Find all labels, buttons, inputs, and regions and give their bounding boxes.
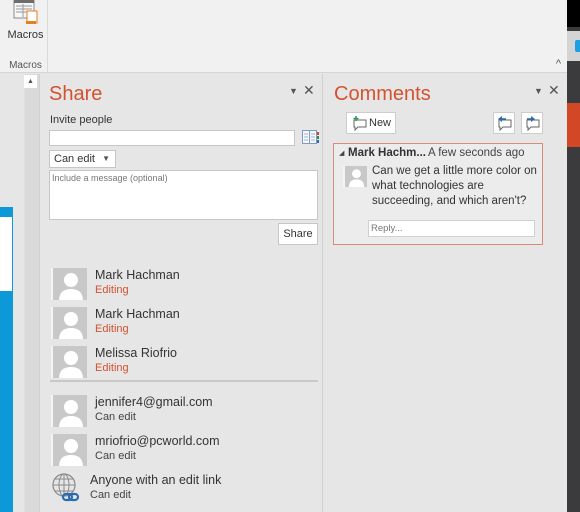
edit-link-label: Anyone with an edit link bbox=[90, 473, 222, 487]
invitee-email: mriofrio@pcworld.com bbox=[95, 434, 220, 448]
background-window-edge bbox=[567, 0, 580, 512]
macros-icon[interactable] bbox=[13, 0, 41, 26]
person-status: Editing bbox=[95, 284, 129, 296]
avatar bbox=[51, 307, 87, 339]
ribbon: Macros Macros ^ bbox=[0, 0, 567, 73]
avatar bbox=[51, 268, 87, 300]
avatar bbox=[51, 434, 87, 466]
edge-app-icon bbox=[575, 40, 580, 52]
avatar bbox=[51, 346, 87, 378]
comment-card[interactable]: ◢ Mark Hachm... A few seconds ago Can we… bbox=[333, 143, 543, 245]
macros-group: Macros Macros bbox=[3, 0, 48, 73]
avatar bbox=[51, 395, 87, 427]
share-pane-title: Share bbox=[49, 83, 103, 105]
comment-text: Can we get a little more color on what t… bbox=[372, 165, 537, 207]
comments-pane-title: Comments bbox=[334, 83, 431, 105]
vertical-scrollbar[interactable] bbox=[24, 74, 39, 512]
reply-input[interactable]: Reply... bbox=[368, 220, 535, 237]
invitee-item[interactable]: mriofrio@pcworld.com Can edit bbox=[51, 433, 311, 469]
person-status: Editing bbox=[95, 362, 129, 374]
edge-titlebar bbox=[567, 0, 580, 27]
person-item[interactable]: Mark Hachman Editing bbox=[51, 306, 311, 342]
previous-comment-icon bbox=[498, 116, 512, 131]
comment-avatar bbox=[343, 166, 367, 187]
slide-content-white bbox=[0, 217, 12, 291]
comments-pane-close-icon[interactable]: ✕ bbox=[548, 82, 560, 99]
person-name: Melissa Riofrio bbox=[95, 346, 177, 360]
new-comment-icon bbox=[353, 116, 367, 131]
list-divider bbox=[50, 380, 318, 382]
macros-button[interactable]: Macros bbox=[3, 29, 48, 41]
person-item[interactable]: Mark Hachman Editing bbox=[51, 267, 311, 303]
address-book-icon[interactable] bbox=[302, 130, 319, 144]
edge-accent-bar bbox=[567, 103, 580, 147]
new-comment-label: New bbox=[369, 117, 392, 129]
invite-people-input[interactable] bbox=[49, 130, 295, 146]
comments-pane: Comments ▼ ✕ New ◢ Mark Hachm... A few s… bbox=[324, 74, 567, 512]
invitee-email: jennifer4@gmail.com bbox=[95, 395, 213, 409]
share-pane-options-icon[interactable]: ▼ bbox=[289, 86, 298, 96]
permission-selected: Can edit bbox=[54, 153, 95, 165]
edit-link-permission: Can edit bbox=[90, 489, 131, 501]
message-textarea[interactable]: Include a message (optional) bbox=[49, 170, 318, 220]
chevron-down-icon: ▼ bbox=[102, 154, 110, 163]
share-pane-close-icon[interactable]: ✕ bbox=[303, 82, 315, 99]
globe-link-icon bbox=[51, 472, 81, 504]
scroll-up-arrow-icon[interactable]: ▲ bbox=[24, 75, 37, 88]
edit-link-item[interactable]: Anyone with an edit link Can edit bbox=[51, 472, 311, 508]
invitee-permission: Can edit bbox=[95, 450, 136, 462]
person-item[interactable]: Melissa Riofrio Editing bbox=[51, 345, 311, 381]
previous-comment-button[interactable] bbox=[493, 112, 515, 134]
person-status: Editing bbox=[95, 323, 129, 335]
comments-pane-options-icon[interactable]: ▼ bbox=[534, 86, 543, 96]
invitee-item[interactable]: jennifer4@gmail.com Can edit bbox=[51, 394, 311, 430]
new-comment-button[interactable]: New bbox=[346, 112, 396, 134]
share-button[interactable]: Share bbox=[278, 223, 318, 245]
invitee-permission: Can edit bbox=[95, 411, 136, 423]
collapse-thread-icon[interactable]: ◢ bbox=[339, 149, 344, 157]
next-comment-button[interactable] bbox=[521, 112, 543, 134]
comment-author: Mark Hachm... bbox=[348, 147, 426, 159]
permission-dropdown[interactable]: Can edit ▼ bbox=[49, 150, 116, 168]
collapse-ribbon-button[interactable]: ^ bbox=[556, 58, 561, 70]
macros-group-label: Macros bbox=[9, 60, 42, 71]
share-pane: Share ▼ ✕ Invite people Can edit ▼ Inclu… bbox=[40, 74, 323, 512]
comment-timestamp: A few seconds ago bbox=[428, 147, 525, 159]
app-window: Macros Macros ^ ▲ Share ▼ ✕ Invite peopl… bbox=[0, 0, 580, 512]
person-name: Mark Hachman bbox=[95, 268, 180, 282]
invite-people-label: Invite people bbox=[50, 114, 113, 126]
next-comment-icon bbox=[526, 116, 540, 131]
person-name: Mark Hachman bbox=[95, 307, 180, 321]
